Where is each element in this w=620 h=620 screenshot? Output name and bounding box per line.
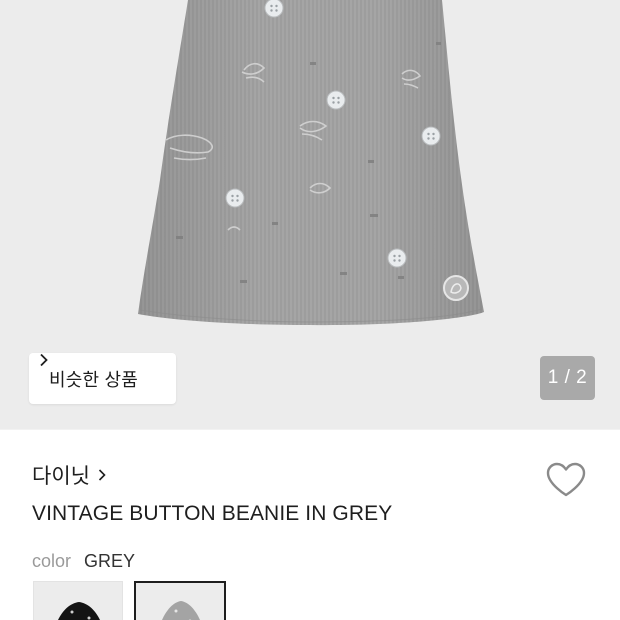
- color-swatch-grey[interactable]: [134, 581, 226, 620]
- color-swatch-black[interactable]: [33, 581, 123, 620]
- similar-products-button[interactable]: 비슷한 상품: [29, 353, 176, 404]
- grey-beanie-thumbnail: [136, 583, 224, 620]
- color-row: color GREY: [32, 551, 135, 572]
- chevron-right-icon: [98, 469, 106, 481]
- color-value: GREY: [84, 551, 136, 571]
- product-image-gallery[interactable]: 비슷한 상품 1 / 2: [0, 0, 620, 429]
- image-page-counter: 1 / 2: [540, 356, 595, 400]
- similar-products-label: 비슷한 상품: [49, 369, 139, 390]
- brand-name: 다이닛: [32, 465, 90, 488]
- product-detail-page: 비슷한 상품 1 / 2 다이닛 VINTAGE BUTTON BEANIE I…: [0, 0, 620, 620]
- color-label: color: [32, 551, 72, 571]
- chevron-right-icon: [40, 353, 48, 367]
- black-beanie-thumbnail: [34, 582, 122, 620]
- brand-link[interactable]: 다이닛: [32, 460, 106, 490]
- product-title: VINTAGE BUTTON BEANIE IN GREY: [32, 502, 393, 525]
- heart-outline-icon[interactable]: [545, 461, 587, 499]
- section-divider: [0, 429, 620, 430]
- logo-emblem: [443, 275, 469, 301]
